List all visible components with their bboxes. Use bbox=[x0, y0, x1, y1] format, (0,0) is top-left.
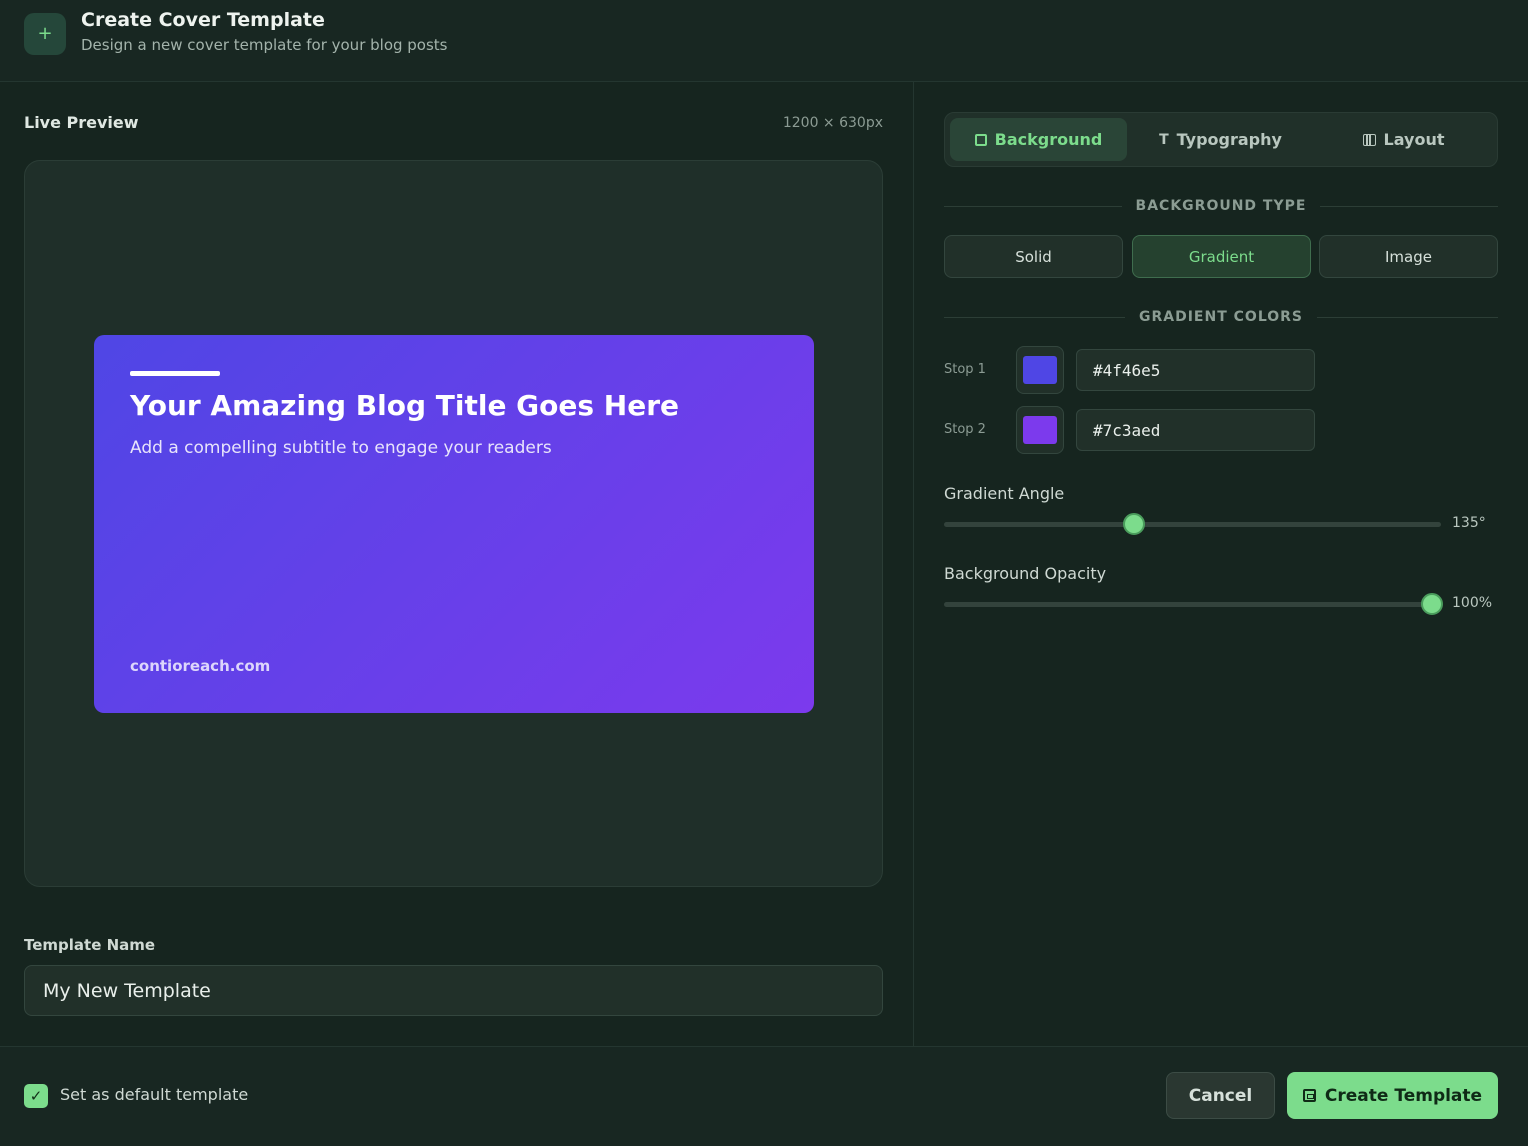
square-icon bbox=[974, 133, 987, 146]
save-icon bbox=[1302, 1089, 1316, 1102]
background-type-heading: BACKGROUND TYPE bbox=[944, 196, 1498, 216]
template-name-input[interactable] bbox=[24, 965, 883, 1016]
slider-thumb[interactable] bbox=[1122, 513, 1145, 535]
background-type-gradient[interactable]: Gradient bbox=[1132, 235, 1311, 278]
section-title-text: BACKGROUND TYPE bbox=[1135, 198, 1307, 214]
gradient-colors-heading: GRADIENT COLORS bbox=[944, 307, 1499, 327]
background-opacity-label: Background Opacity bbox=[944, 564, 1107, 583]
section-title-text: GRADIENT COLORS bbox=[1139, 309, 1304, 325]
cover-accent-bar bbox=[130, 371, 220, 376]
tab-layout[interactable]: Layout bbox=[1314, 118, 1493, 161]
create-cover-template-dialog: + Create Cover Template Design a new cov… bbox=[0, 0, 1528, 1146]
cover-domain: contioreach.com bbox=[130, 657, 271, 675]
preview-panel: Live Preview 1200 × 630px Your Amazing B… bbox=[0, 82, 913, 1046]
live-preview-label: Live Preview bbox=[24, 113, 139, 132]
color-swatch bbox=[1023, 416, 1057, 444]
settings-panel: Background T Typography Layout BACKGROUN… bbox=[914, 82, 1528, 1046]
stop-1-label: Stop 1 bbox=[944, 362, 986, 377]
stop-1-color-picker[interactable] bbox=[1016, 346, 1064, 394]
tab-background[interactable]: Background bbox=[950, 118, 1127, 161]
color-swatch bbox=[1023, 356, 1057, 384]
template-name-label: Template Name bbox=[24, 936, 156, 954]
cover-subtitle: Add a compelling subtitle to engage your… bbox=[130, 438, 552, 458]
cover-preview: Your Amazing Blog Title Goes Here Add a … bbox=[94, 335, 814, 713]
dialog-footer: ✓ Set as default template Cancel Create … bbox=[0, 1046, 1528, 1146]
gradient-angle-value: 135° bbox=[1452, 515, 1486, 531]
preview-size-label: 1200 × 630px bbox=[782, 115, 883, 131]
dialog-header: + Create Cover Template Design a new cov… bbox=[0, 0, 1528, 82]
divider bbox=[944, 205, 1122, 207]
columns-icon bbox=[1362, 133, 1376, 146]
tab-label: Layout bbox=[1383, 130, 1445, 149]
divider bbox=[1317, 316, 1499, 318]
background-opacity-slider[interactable] bbox=[944, 593, 1443, 615]
default-template-checkbox[interactable]: ✓ bbox=[24, 1084, 48, 1108]
tab-label: Background bbox=[994, 130, 1103, 149]
tab-label: Typography bbox=[1176, 130, 1282, 149]
plus-icon: + bbox=[24, 13, 66, 55]
type-icon: T bbox=[1159, 131, 1169, 148]
stop-2-hex-input[interactable] bbox=[1076, 409, 1315, 451]
preview-frame: Your Amazing Blog Title Goes Here Add a … bbox=[24, 160, 883, 887]
cover-title: Your Amazing Blog Title Goes Here bbox=[130, 389, 680, 422]
dialog-subtitle: Design a new cover template for your blo… bbox=[81, 36, 448, 54]
settings-tabs: Background T Typography Layout bbox=[944, 112, 1498, 167]
gradient-angle-label: Gradient Angle bbox=[944, 484, 1065, 503]
default-template-label: Set as default template bbox=[60, 1085, 249, 1104]
dialog-title: Create Cover Template bbox=[81, 9, 325, 31]
background-opacity-value: 100% bbox=[1452, 595, 1493, 611]
gradient-angle-slider[interactable] bbox=[944, 513, 1441, 535]
slider-thumb[interactable] bbox=[1421, 593, 1443, 615]
stop-2-color-picker[interactable] bbox=[1016, 406, 1064, 454]
divider bbox=[1320, 205, 1498, 207]
create-template-button[interactable]: Create Template bbox=[1287, 1072, 1498, 1119]
background-type-solid[interactable]: Solid bbox=[944, 235, 1123, 278]
cancel-button[interactable]: Cancel bbox=[1166, 1072, 1275, 1119]
create-template-label: Create Template bbox=[1324, 1085, 1483, 1106]
stop-1-hex-input[interactable] bbox=[1076, 349, 1315, 391]
stop-2-label: Stop 2 bbox=[944, 422, 986, 437]
tab-typography[interactable]: T Typography bbox=[1132, 118, 1309, 161]
divider bbox=[944, 316, 1125, 318]
background-type-image[interactable]: Image bbox=[1319, 235, 1498, 278]
